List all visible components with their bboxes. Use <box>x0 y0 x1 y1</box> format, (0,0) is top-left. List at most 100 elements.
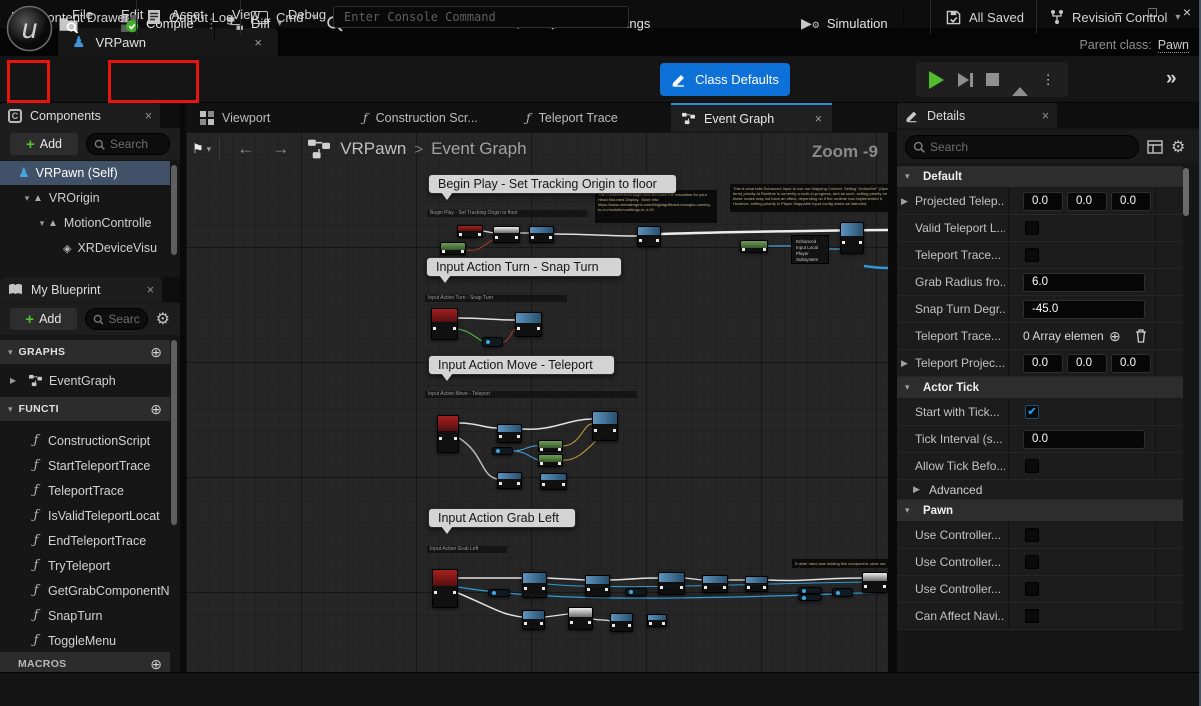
function-tryteleport[interactable]: ƒTryTeleport <box>0 553 178 578</box>
frame-skip-icon[interactable] <box>958 73 973 87</box>
details-row-use-controller-16[interactable]: Use Controller... <box>897 576 1183 603</box>
graph-node-24[interactable] <box>702 575 728 593</box>
expander-icon[interactable]: ▾ <box>905 505 910 516</box>
trash-icon[interactable] <box>1135 329 1147 343</box>
console-command-field[interactable] <box>333 6 629 28</box>
checkbox[interactable] <box>1025 248 1039 262</box>
toolbar-overflow-icon[interactable]: » <box>1166 68 1177 90</box>
value-field[interactable]: 0.0 <box>1111 354 1151 373</box>
stop-icon[interactable] <box>986 73 999 86</box>
checkbox[interactable] <box>1025 609 1039 623</box>
function-isvalidteleportlocat[interactable]: ƒIsValidTeleportLocat <box>0 503 178 528</box>
add-blueprint-item-button[interactable]: +Add <box>10 308 77 330</box>
back-arrow-icon[interactable]: ← <box>237 139 254 159</box>
my-blueprint-scrollbar[interactable] <box>171 340 177 525</box>
graph-node-32[interactable] <box>610 613 633 632</box>
subsystem-node[interactable]: Enhanced Input Local Player Subsystem <box>791 235 829 264</box>
details-search-input[interactable] <box>930 140 1120 154</box>
details-row-teleport-projec-7[interactable]: ▶Teleport Projec...0.00.00.0 <box>897 350 1183 377</box>
graph-node-20[interactable] <box>522 572 547 598</box>
checkbox[interactable] <box>1025 221 1039 235</box>
graph-node-15[interactable] <box>592 411 618 441</box>
graph-node-28[interactable] <box>832 588 853 597</box>
cmd-selector[interactable]: >_ Cmd ▾ <box>251 0 316 34</box>
play-icon[interactable] <box>929 71 944 89</box>
expander-icon[interactable]: ▾ <box>36 218 48 229</box>
checkbox[interactable] <box>1025 459 1039 473</box>
details-scrollbar[interactable] <box>1183 168 1189 216</box>
all-saved-button[interactable]: All Saved <box>946 0 1024 34</box>
graph-node-31[interactable] <box>568 607 593 630</box>
add-element-icon[interactable]: ⊕ <box>1109 328 1121 345</box>
chevron-down-icon[interactable]: ▾ <box>207 144 212 155</box>
graph-node-14[interactable] <box>538 454 563 467</box>
checkbox[interactable] <box>1025 582 1039 596</box>
value-field[interactable]: 0.0 <box>1023 354 1063 373</box>
value-field[interactable]: 0.0 <box>1023 192 1063 211</box>
breadcrumb-root[interactable]: VRPawn <box>340 139 406 159</box>
function-endteleporttrace[interactable]: ƒEndTeleportTrace <box>0 528 178 553</box>
function-getgrabcomponentn[interactable]: ƒGetGrabComponentN <box>0 578 178 603</box>
value-field[interactable]: 0.0 <box>1067 192 1107 211</box>
value-field[interactable]: 0.0 <box>1111 192 1151 211</box>
expander-icon[interactable]: ▾ <box>905 382 910 393</box>
close-icon[interactable]: × <box>145 109 152 123</box>
close-icon[interactable]: × <box>147 283 154 297</box>
graph-node-19[interactable] <box>488 589 510 597</box>
graph-node-25[interactable] <box>745 576 768 592</box>
details-search[interactable] <box>905 135 1139 159</box>
details-row-use-controller-15[interactable]: Use Controller... <box>897 549 1183 576</box>
value-field[interactable]: 6.0 <box>1023 273 1145 292</box>
component-vrorigin[interactable]: ▾▲VROrigin <box>0 186 170 210</box>
panel-splitter[interactable] <box>888 103 897 672</box>
component-motioncontrolle[interactable]: ▾▲MotionControlle <box>0 211 170 235</box>
details-row-use-controller-14[interactable]: Use Controller... <box>897 522 1183 549</box>
breadcrumb-current[interactable]: Event Graph <box>431 139 526 159</box>
my-blueprint-search-input[interactable] <box>108 312 139 326</box>
graph-node-33[interactable] <box>647 614 667 627</box>
component-vrpawn-self[interactable]: ♟VRPawn (Self) <box>0 161 170 185</box>
forward-arrow-icon[interactable]: → <box>272 139 289 159</box>
graph-item-eventgraph[interactable]: ▶EventGraph <box>0 368 178 393</box>
close-icon[interactable]: × <box>1183 4 1191 20</box>
expander-icon[interactable]: ▶ <box>901 196 908 207</box>
graph-node-17[interactable] <box>540 473 567 490</box>
graph-node-16[interactable] <box>497 472 522 489</box>
output-log-button[interactable]: Output Log <box>147 0 233 34</box>
graph-node-22[interactable] <box>625 588 647 596</box>
graph-node-12[interactable] <box>492 447 513 455</box>
tab-construction-script[interactable]: ƒ Construction Scr... <box>353 103 488 132</box>
tab-teleport-trace[interactable]: ƒ Teleport Trace <box>516 103 628 132</box>
close-icon[interactable]: × <box>1042 109 1049 123</box>
component-xrdevicevisu[interactable]: ◈XRDeviceVisu <box>0 236 170 260</box>
details-row-grab-radius-fro-4[interactable]: Grab Radius fro...6.0 <box>897 269 1183 296</box>
checkbox[interactable] <box>1025 555 1039 569</box>
details-row-can-affect-navi-17[interactable]: Can Affect Navi... <box>897 603 1183 630</box>
graph-node-8[interactable] <box>515 312 542 337</box>
graph-node-3[interactable] <box>440 242 466 255</box>
graph-node-10[interactable] <box>437 415 459 453</box>
bookmark-icon[interactable]: ⚑ <box>192 141 204 157</box>
console-command-input[interactable] <box>342 9 620 25</box>
graph-node-18[interactable] <box>432 569 458 608</box>
function-teleporttrace[interactable]: ƒTeleportTrace <box>0 478 178 503</box>
eject-icon[interactable] <box>1012 72 1028 87</box>
tab-details[interactable]: Details × <box>897 103 1057 128</box>
parent-class-value[interactable]: Pawn <box>1158 38 1189 53</box>
tab-viewport[interactable]: Viewport <box>190 103 280 132</box>
graph-node-30[interactable] <box>522 610 545 630</box>
graph-node-2[interactable] <box>529 226 554 243</box>
details-row-projected-telep-1[interactable]: ▶Projected Telep...0.00.00.0 <box>897 188 1183 215</box>
revision-control-button[interactable]: Revision Control ▾ <box>1050 0 1180 34</box>
graph-node-11[interactable] <box>497 424 522 443</box>
expander-icon[interactable]: ▾ <box>905 171 910 182</box>
graph-node-6[interactable] <box>840 222 864 254</box>
tab-event-graph[interactable]: Event Graph × <box>671 103 832 132</box>
checkbox[interactable]: ✔ <box>1025 405 1039 419</box>
add-component-button[interactable]: +Add <box>10 133 78 155</box>
graph-node-1[interactable] <box>493 226 520 243</box>
add-macro-icon[interactable]: ⊕ <box>150 656 162 673</box>
graph-node-0[interactable] <box>457 225 483 238</box>
components-scrollbar[interactable] <box>171 165 177 255</box>
comment-bubble-input-action-grab-left[interactable]: Input Action Grab Left <box>428 508 576 528</box>
